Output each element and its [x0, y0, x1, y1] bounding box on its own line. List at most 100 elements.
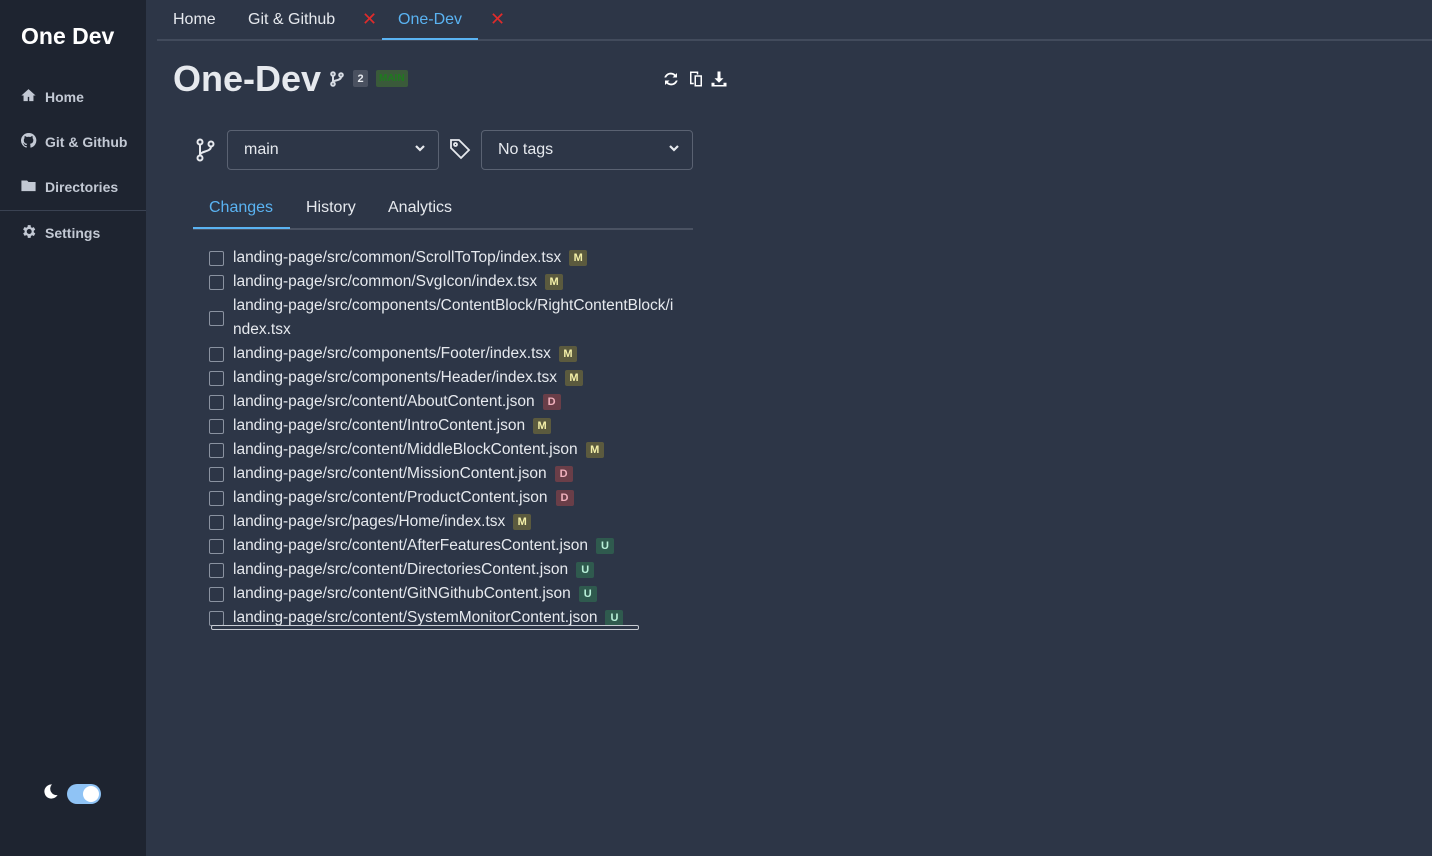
- branch-select-value: main: [244, 141, 279, 158]
- tab-analytics[interactable]: Analytics: [388, 188, 452, 228]
- active-tab-indicator: [382, 38, 478, 40]
- file-checkbox[interactable]: [209, 538, 224, 554]
- branch-count-badge: 2: [353, 70, 368, 87]
- file-checkbox[interactable]: [209, 586, 224, 602]
- status-badge: M: [513, 514, 532, 530]
- file-path: landing-page/src/components/Header/index…: [233, 369, 557, 386]
- status-badge: D: [555, 490, 574, 506]
- list-item[interactable]: landing-page/src/content/IntroContent.js…: [209, 414, 677, 438]
- status-badge: M: [533, 418, 552, 434]
- close-icon[interactable]: ✕: [362, 10, 378, 28]
- tab-home[interactable]: Home: [173, 0, 216, 39]
- list-item[interactable]: landing-page/src/content/AfterFeaturesCo…: [209, 534, 677, 558]
- file-path: landing-page/src/content/MissionContent.…: [233, 465, 547, 482]
- folder-icon: [20, 177, 37, 197]
- list-item[interactable]: landing-page/src/common/SvgIcon/index.ts…: [209, 270, 677, 294]
- git-branch-icon: [330, 71, 344, 87]
- tags-select-value: No tags: [498, 141, 554, 158]
- tab-changes[interactable]: Changes: [209, 188, 273, 228]
- chevron-down-icon: [668, 141, 680, 159]
- file-checkbox[interactable]: [209, 490, 224, 506]
- status-badge: D: [542, 394, 561, 410]
- sidebar: One Dev Home Git & Github Directories Se…: [0, 0, 146, 856]
- file-checkbox[interactable]: [209, 418, 224, 434]
- list-item[interactable]: landing-page/src/content/DirectoriesCont…: [209, 558, 677, 582]
- tag-icon: [449, 138, 471, 160]
- file-checkbox[interactable]: [209, 610, 224, 626]
- status-badge: U: [605, 610, 624, 626]
- moon-icon: [42, 783, 59, 805]
- tab-history[interactable]: History: [306, 188, 356, 228]
- sidebar-item-label: Home: [45, 89, 84, 105]
- status-badge: U: [578, 586, 597, 602]
- sidebar-item-label: Git & Github: [45, 134, 128, 150]
- sidebar-item-settings[interactable]: Settings: [20, 222, 100, 244]
- chevron-down-icon: [414, 141, 426, 159]
- file-checkbox[interactable]: [209, 394, 224, 410]
- list-item[interactable]: landing-page/src/content/MissionContent.…: [209, 462, 677, 486]
- tab-one-dev[interactable]: One-Dev: [398, 0, 462, 39]
- file-path: landing-page/src/content/GitNGithubConte…: [233, 585, 571, 602]
- list-item[interactable]: landing-page/src/pages/Home/index.tsx M: [209, 510, 677, 534]
- sidebar-item-git-github[interactable]: Git & Github: [20, 131, 127, 153]
- list-item[interactable]: landing-page/src/content/MiddleBlockCont…: [209, 438, 677, 462]
- home-icon: [20, 87, 37, 107]
- list-item[interactable]: landing-page/src/content/GitNGithubConte…: [209, 582, 677, 606]
- file-checkbox[interactable]: [209, 346, 224, 362]
- tab-bar: Home Git & Github ✕ One-Dev ✕: [157, 0, 1432, 41]
- list-item[interactable]: landing-page/src/components/Header/index…: [209, 366, 677, 390]
- file-path: landing-page/src/pages/Home/index.tsx: [233, 513, 506, 530]
- file-checkbox[interactable]: [209, 466, 224, 482]
- horizontal-scrollbar[interactable]: [211, 625, 639, 630]
- page-title: One-Dev: [173, 58, 322, 99]
- file-checkbox[interactable]: [209, 442, 224, 458]
- active-subtab-indicator: [193, 227, 290, 229]
- sidebar-divider: [0, 210, 146, 211]
- file-checkbox[interactable]: [209, 514, 224, 530]
- list-item[interactable]: landing-page/src/common/ScrollToTop/inde…: [209, 246, 677, 270]
- status-badge: M: [585, 442, 604, 458]
- list-item[interactable]: landing-page/src/components/ContentBlock…: [209, 294, 677, 342]
- file-path: landing-page/src/content/MiddleBlockCont…: [233, 441, 578, 458]
- dark-mode-toggle[interactable]: [67, 784, 101, 804]
- changes-list: landing-page/src/common/ScrollToTop/inde…: [209, 246, 677, 630]
- tab-git-github[interactable]: Git & Github: [248, 0, 335, 39]
- file-path: landing-page/src/common/SvgIcon/index.ts…: [233, 273, 538, 290]
- list-item[interactable]: landing-page/src/components/Footer/index…: [209, 342, 677, 366]
- status-badge: U: [576, 562, 595, 578]
- current-branch-badge: MAIN: [376, 70, 408, 87]
- tags-select[interactable]: No tags: [481, 130, 693, 170]
- sidebar-item-home[interactable]: Home: [20, 86, 84, 108]
- file-path: landing-page/src/components/ContentBlock…: [233, 297, 674, 338]
- file-checkbox[interactable]: [209, 274, 224, 290]
- list-item[interactable]: landing-page/src/content/AboutContent.js…: [209, 390, 677, 414]
- branch-select[interactable]: main: [227, 130, 439, 170]
- status-badge: M: [545, 274, 564, 290]
- sidebar-item-label: Directories: [45, 179, 119, 195]
- git-branch-icon: [195, 138, 216, 162]
- file-path: landing-page/src/components/Footer/index…: [233, 345, 551, 362]
- list-item[interactable]: landing-page/src/content/ProductContent.…: [209, 486, 677, 510]
- github-icon: [20, 132, 37, 152]
- close-icon[interactable]: ✕: [490, 10, 506, 28]
- download-icon[interactable]: [710, 70, 728, 88]
- status-badge: M: [558, 346, 577, 362]
- file-checkbox[interactable]: [209, 250, 224, 266]
- status-badge: M: [569, 250, 588, 266]
- file-checkbox[interactable]: [209, 562, 224, 578]
- file-checkbox[interactable]: [209, 370, 224, 386]
- status-badge: M: [564, 370, 583, 386]
- file-path: landing-page/src/content/IntroContent.js…: [233, 417, 526, 434]
- file-path: landing-page/src/content/ProductContent.…: [233, 489, 548, 506]
- theme-switcher: [42, 783, 101, 805]
- status-badge: U: [596, 538, 614, 554]
- toggle-knob: [83, 786, 99, 802]
- file-path: landing-page/src/content/DirectoriesCont…: [233, 561, 569, 578]
- refresh-icon[interactable]: [662, 70, 680, 88]
- sidebar-item-directories[interactable]: Directories: [20, 176, 118, 198]
- file-checkbox[interactable]: [209, 310, 224, 326]
- file-path: landing-page/src/content/AboutContent.js…: [233, 393, 535, 410]
- view-tabs: Changes History Analytics: [193, 188, 693, 230]
- brand-title: One Dev: [21, 23, 115, 49]
- copy-icon[interactable]: [687, 70, 705, 88]
